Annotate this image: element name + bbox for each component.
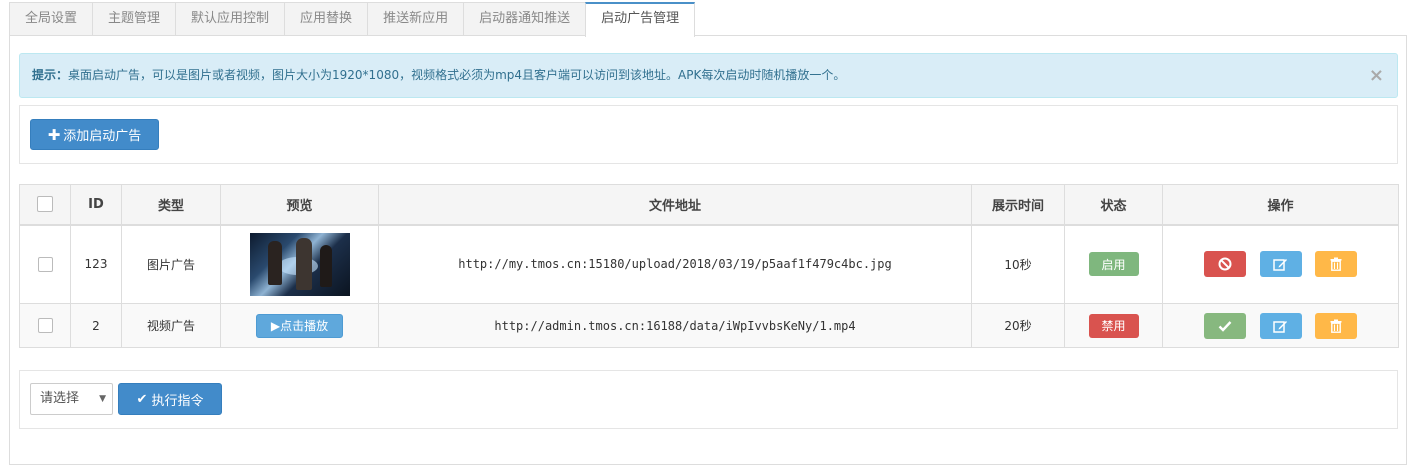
thumb-figure <box>319 244 332 287</box>
edit-button[interactable] <box>1259 312 1302 339</box>
alert-text: 桌面启动广告，可以是图片或者视频，图片大小为1920*1080，视频格式必须为m… <box>68 68 846 82</box>
select-all-checkbox[interactable] <box>37 196 53 213</box>
check-icon <box>1218 320 1232 332</box>
row-file-url: http://my.tmos.cn:15180/upload/2018/03/1… <box>378 224 972 304</box>
execute-command-label: 执行指令 <box>151 393 204 409</box>
tab-launcher-notification[interactable]: 启动器通知推送 <box>463 2 587 36</box>
row-checkbox[interactable] <box>37 256 53 272</box>
enable-button[interactable] <box>1203 312 1246 339</box>
ad-preview-image[interactable] <box>249 232 350 296</box>
row-file-url: http://admin.tmos.cn:16188/data/iWpIvvbs… <box>378 303 972 348</box>
row-id: 2 <box>70 303 122 348</box>
row-type: 图片广告 <box>121 224 221 304</box>
alert-prefix: 提示： <box>32 68 69 82</box>
launch-ad-table: ID 类型 预览 文件地址 展示时间 状态 操作 123 图片广告 http:/… <box>19 184 1399 348</box>
caret-down-icon: ▼ <box>99 394 106 404</box>
batch-action-bar: 请选择 ▼ ✔ 执行指令 <box>19 370 1398 429</box>
batch-command-select[interactable]: 请选择 ▼ <box>30 383 113 415</box>
plus-icon: ✚ <box>47 125 61 144</box>
row-type: 视频广告 <box>121 303 221 348</box>
tab-theme-management[interactable]: 主题管理 <box>92 2 177 36</box>
table-row: 123 图片广告 http://my.tmos.cn:15180/upload/… <box>19 224 1399 304</box>
tab-push-new-app[interactable]: 推送新应用 <box>367 2 465 36</box>
thumb-figure <box>267 240 282 285</box>
row-actions-cell <box>1162 224 1399 304</box>
tab-bar: 全局设置 主题管理 默认应用控制 应用替换 推送新应用 启动器通知推送 启动广告… <box>9 2 696 37</box>
trash-icon <box>1330 319 1342 333</box>
header-url[interactable]: 文件地址 <box>378 184 972 226</box>
header-type[interactable]: 类型 <box>121 184 221 226</box>
row-id: 123 <box>70 224 122 304</box>
row-preview-cell <box>220 224 379 304</box>
header-actions: 操作 <box>1162 184 1399 226</box>
status-badge: 禁用 <box>1088 313 1139 338</box>
thumb-figure <box>295 237 312 290</box>
toolbar: ✚ 添加启动广告 <box>19 105 1398 164</box>
edit-icon <box>1273 259 1287 271</box>
row-actions-cell <box>1162 303 1399 348</box>
check-icon: ✔ <box>136 391 148 407</box>
header-id[interactable]: ID <box>70 184 122 226</box>
edit-icon <box>1273 320 1287 333</box>
ban-icon <box>1218 257 1232 271</box>
row-checkbox[interactable] <box>37 318 53 333</box>
tab-launch-ad-management[interactable]: 启动广告管理 <box>585 2 696 37</box>
header-duration[interactable]: 展示时间 <box>971 184 1065 226</box>
disable-button[interactable] <box>1203 251 1246 278</box>
header-preview: 预览 <box>220 184 379 226</box>
batch-command-value: 请选择 <box>40 391 80 406</box>
play-video-button[interactable]: ▶点击播放 <box>256 313 343 338</box>
row-select-cell <box>19 224 71 304</box>
select-all-header <box>19 184 71 226</box>
table-header-row: ID 类型 预览 文件地址 展示时间 状态 操作 <box>19 184 1399 226</box>
delete-button[interactable] <box>1315 251 1358 278</box>
row-status-cell: 启用 <box>1064 224 1163 304</box>
add-launch-ad-label: 添加启动广告 <box>63 129 142 144</box>
header-status[interactable]: 状态 <box>1064 184 1163 226</box>
close-icon[interactable]: × <box>1369 54 1384 97</box>
execute-command-button[interactable]: ✔ 执行指令 <box>118 383 222 415</box>
tab-app-replace[interactable]: 应用替换 <box>284 2 369 36</box>
edit-button[interactable] <box>1259 251 1302 278</box>
row-status-cell: 禁用 <box>1064 303 1163 348</box>
row-select-cell <box>19 303 71 348</box>
tab-content-panel: 提示：桌面启动广告，可以是图片或者视频，图片大小为1920*1080，视频格式必… <box>9 35 1407 465</box>
row-duration: 20秒 <box>971 303 1065 348</box>
row-duration: 10秒 <box>971 224 1065 304</box>
row-preview-cell: ▶点击播放 <box>220 303 379 348</box>
table-row: 2 视频广告 ▶点击播放 http://admin.tmos.cn:16188/… <box>19 303 1399 348</box>
trash-icon <box>1330 257 1342 272</box>
delete-button[interactable] <box>1315 312 1358 339</box>
add-launch-ad-button[interactable]: ✚ 添加启动广告 <box>30 119 159 150</box>
info-alert: 提示：桌面启动广告，可以是图片或者视频，图片大小为1920*1080，视频格式必… <box>19 53 1398 98</box>
status-badge: 启用 <box>1088 252 1139 277</box>
tab-default-app-control[interactable]: 默认应用控制 <box>175 2 286 36</box>
tab-global-settings[interactable]: 全局设置 <box>9 2 94 36</box>
